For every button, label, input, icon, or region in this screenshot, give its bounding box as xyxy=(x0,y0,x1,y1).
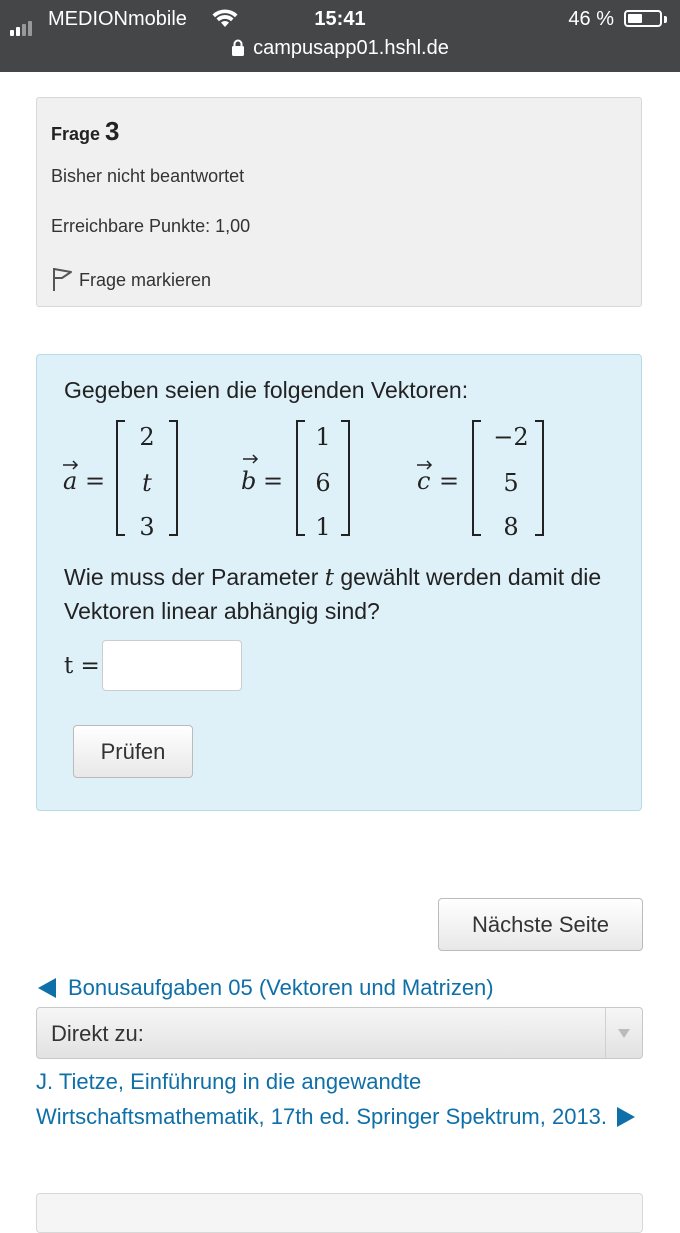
question-number: 3 xyxy=(105,116,120,146)
lock-icon xyxy=(231,39,245,62)
svg-text:=: = xyxy=(85,467,105,495)
check-button[interactable]: Prüfen xyxy=(73,725,193,778)
svg-text:=: = xyxy=(263,467,283,495)
right-bracket xyxy=(341,420,350,536)
vector-b-component-3: 1 xyxy=(315,513,330,541)
flag-icon xyxy=(53,268,72,291)
vector-b: b = 1 6 1 xyxy=(241,420,350,541)
question-points: Erreichbare Punkte: 1,00 xyxy=(51,216,251,236)
battery-tip xyxy=(664,16,667,23)
right-bracket xyxy=(535,420,544,536)
vector-c: c = −2 5 8 xyxy=(417,420,544,541)
question-label: Frage xyxy=(51,124,101,144)
status-bar: MEDIONmobile 15:41 46 % campusapp01.hshl… xyxy=(0,0,680,72)
next-activity-label: J. Tietze, Einführung in die angewandte … xyxy=(36,1069,608,1129)
vector-a-component-2: t xyxy=(142,469,152,497)
arrow-right-icon xyxy=(617,1107,636,1127)
question-state: Bisher nicht beantwortet xyxy=(51,166,245,186)
next-activity-link[interactable]: J. Tietze, Einführung in die angewandte … xyxy=(36,1064,646,1134)
left-bracket xyxy=(296,420,305,536)
previous-activity-link[interactable]: Bonusaufgaben 05 (Vektoren und Matrizen) xyxy=(38,975,494,1001)
right-bracket xyxy=(169,420,178,536)
vector-a: a = 2 t 3 xyxy=(63,420,178,541)
question-content: Gegeben seien die folgenden Vektoren: a … xyxy=(36,354,642,811)
jump-to-label: Direkt zu: xyxy=(51,1021,144,1046)
question-title: Frage 3 xyxy=(51,116,120,147)
vector-c-symbol: c xyxy=(417,467,430,495)
arrow-left-icon xyxy=(38,978,56,998)
vector-a-component-1: 2 xyxy=(139,423,154,451)
vector-b-symbol: b xyxy=(241,467,256,495)
flag-question-link[interactable]: Frage markieren xyxy=(51,266,211,292)
vector-arrow-icon xyxy=(243,454,259,464)
question-prompt: Wie muss der Parameter t gewählt werden … xyxy=(64,561,604,628)
answer-input[interactable] xyxy=(102,640,242,691)
vector-b-component-2: 6 xyxy=(315,469,330,497)
vector-a-symbol: a xyxy=(63,467,77,495)
vector-a-component-3: 3 xyxy=(139,513,154,541)
jump-to-select[interactable]: Direkt zu: xyxy=(36,1007,643,1059)
next-page-button[interactable]: Nächste Seite xyxy=(438,898,643,951)
vector-c-component-3: 8 xyxy=(503,513,518,541)
url-text: campusapp01.hshl.de xyxy=(253,37,449,59)
address-bar[interactable]: campusapp01.hshl.de xyxy=(0,37,680,62)
svg-text:=: = xyxy=(439,467,459,495)
vector-definitions: a = 2 t 3 b = 1 6 1 c = −2 5 8 xyxy=(63,420,544,541)
question-intro: Gegeben seien die folgenden Vektoren: xyxy=(64,377,469,403)
footer-panel xyxy=(36,1193,643,1233)
chevron-down-icon xyxy=(605,1008,642,1058)
left-bracket xyxy=(116,420,125,536)
question-info-panel: Frage 3 Bisher nicht beantwortet Erreich… xyxy=(36,97,642,307)
question-prompt-start: Wie muss der Parameter xyxy=(64,564,325,590)
flag-question-label: Frage markieren xyxy=(79,270,212,290)
answer-label: t = xyxy=(64,653,100,679)
question-prompt-variable: t xyxy=(324,565,334,591)
battery-percentage: 46 % xyxy=(568,8,614,30)
previous-activity-label: Bonusaufgaben 05 (Vektoren und Matrizen) xyxy=(68,975,494,1000)
vector-b-component-1: 1 xyxy=(315,423,330,451)
left-bracket xyxy=(472,420,481,536)
vector-c-component-1: −2 xyxy=(493,423,528,451)
vector-c-component-2: 5 xyxy=(503,469,518,497)
battery-icon xyxy=(624,10,662,27)
